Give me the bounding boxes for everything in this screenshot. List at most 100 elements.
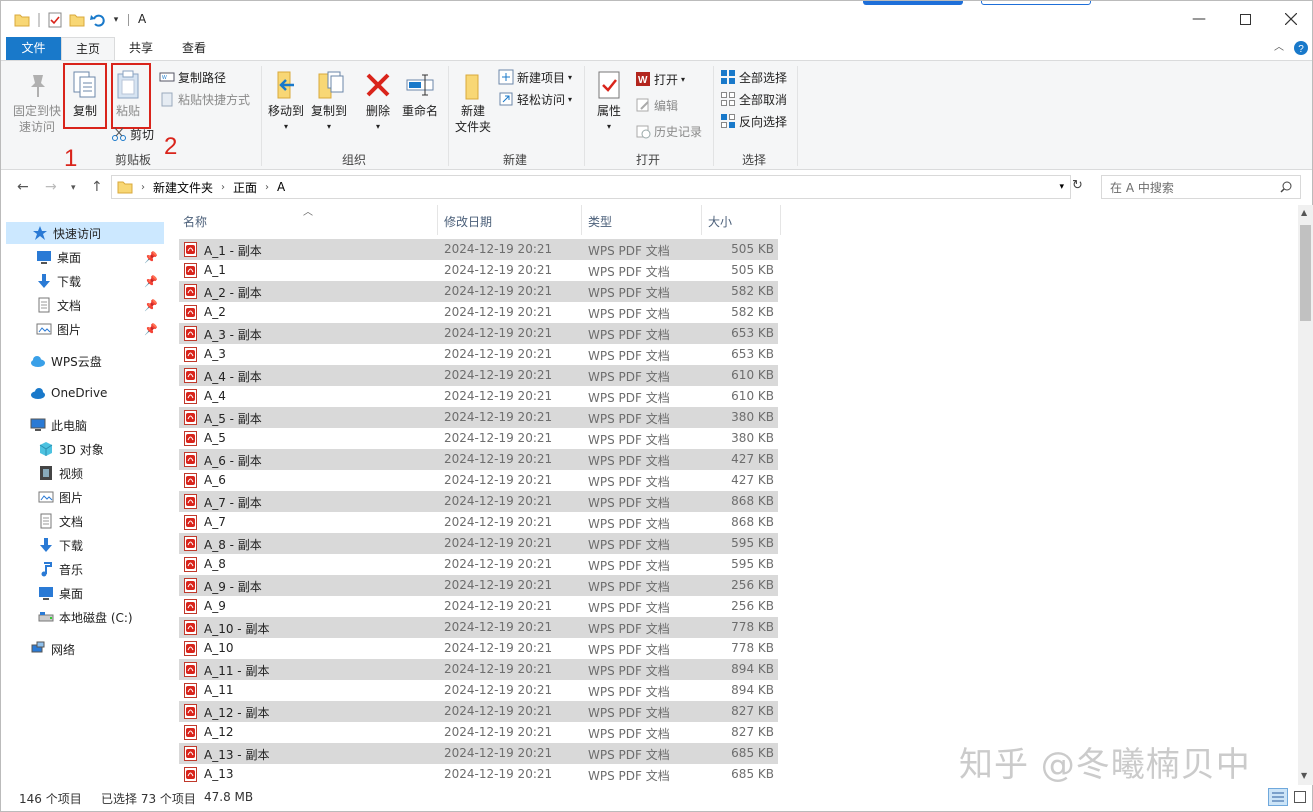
file-row[interactable]: A_3 2024-12-19 20:21 WPS PDF 文档 653 KB [179, 344, 778, 365]
address-bar[interactable]: › 新建文件夹 › 正面 › A ▾ [111, 175, 1071, 199]
nav-pc-pictures[interactable]: 图片 [38, 486, 83, 508]
minimize-icon[interactable]: — [1176, 1, 1222, 37]
file-row[interactable]: A_8 - 副本 2024-12-19 20:21 WPS PDF 文档 595 KB [179, 533, 778, 554]
breadcrumb-item[interactable]: 正面 [233, 179, 257, 196]
help-icon[interactable]: ? [1291, 37, 1311, 60]
file-row[interactable]: A_4 2024-12-19 20:21 WPS PDF 文档 610 KB [179, 386, 778, 407]
nav-pc-local-disk[interactable]: 本地磁盘 (C:) [38, 606, 133, 628]
details-view-icon[interactable] [1268, 788, 1288, 806]
column-header-type[interactable]: 类型 [588, 213, 612, 230]
folder-icon[interactable] [13, 11, 31, 29]
file-row[interactable]: A_8 2024-12-19 20:21 WPS PDF 文档 595 KB [179, 554, 778, 575]
paste-shortcut-button[interactable]: 粘贴快捷方式 [159, 89, 250, 109]
scrollbar-thumb[interactable] [1300, 225, 1311, 321]
file-row[interactable]: A_7 2024-12-19 20:21 WPS PDF 文档 868 KB [179, 512, 778, 533]
nav-qa-documents[interactable]: 文档 📌 [36, 294, 164, 316]
easy-access-button[interactable]: 轻松访问 ▾ [498, 89, 572, 109]
select-all-button[interactable]: 全部选择 [720, 67, 787, 87]
breadcrumb-item[interactable]: A [277, 180, 285, 194]
collapse-ribbon-icon[interactable]: ︿ [1269, 37, 1289, 60]
file-row[interactable]: A_10 2024-12-19 20:21 WPS PDF 文档 778 KB [179, 638, 778, 659]
file-row[interactable]: A_9 - 副本 2024-12-19 20:21 WPS PDF 文档 256 KB [179, 575, 778, 596]
history-button[interactable]: 历史记录 [635, 121, 702, 141]
nav-qa-desktop[interactable]: 桌面 📌 [36, 246, 164, 268]
customize-qa-chevron-icon[interactable]: ▾ [111, 11, 121, 29]
nav-quick-access[interactable]: 快速访问 [6, 222, 164, 244]
file-row[interactable]: A_12 2024-12-19 20:21 WPS PDF 文档 827 KB [179, 722, 778, 743]
invert-selection-button[interactable]: 反向选择 [720, 111, 787, 131]
move-to-button[interactable]: 移动到 ▾ [266, 69, 306, 135]
column-divider[interactable] [780, 205, 781, 235]
address-dropdown-icon[interactable]: ▾ [1059, 182, 1064, 192]
breadcrumb-item[interactable]: 新建文件夹 [153, 179, 213, 196]
nav-this-pc[interactable]: 此电脑 [30, 414, 87, 436]
file-row[interactable]: A_5 - 副本 2024-12-19 20:21 WPS PDF 文档 380 KB [179, 407, 778, 428]
file-row[interactable]: A_6 2024-12-19 20:21 WPS PDF 文档 427 KB [179, 470, 778, 491]
column-header-date[interactable]: 修改日期 [444, 213, 492, 230]
file-row[interactable]: A_11 - 副本 2024-12-19 20:21 WPS PDF 文档 894 K… [179, 659, 778, 680]
nav-pc-3d-objects[interactable]: 3D 对象 [38, 438, 104, 460]
nav-pc-downloads[interactable]: 下载 [38, 534, 83, 556]
close-icon[interactable] [1268, 1, 1313, 37]
file-row[interactable]: A_7 - 副本 2024-12-19 20:21 WPS PDF 文档 868 KB [179, 491, 778, 512]
file-row[interactable]: A_11 2024-12-19 20:21 WPS PDF 文档 894 KB [179, 680, 778, 701]
open-button[interactable]: W 打开 ▾ [635, 69, 685, 89]
file-row[interactable]: A_2 2024-12-19 20:21 WPS PDF 文档 582 KB [179, 302, 778, 323]
file-row[interactable]: A_9 2024-12-19 20:21 WPS PDF 文档 256 KB [179, 596, 778, 617]
nav-onedrive[interactable]: OneDrive [30, 382, 107, 404]
forward-icon[interactable]: → [45, 179, 57, 195]
new-folder-button[interactable]: 新建 文件夹 [453, 69, 493, 135]
tab-view[interactable]: 查看 [169, 37, 219, 60]
file-row[interactable]: A_12 - 副本 2024-12-19 20:21 WPS PDF 文档 827 K… [179, 701, 778, 722]
nav-qa-downloads[interactable]: 下载 📌 [36, 270, 164, 292]
back-icon[interactable]: ← [17, 179, 29, 195]
refresh-icon[interactable]: ↻ [1072, 178, 1090, 193]
recent-chevron-icon[interactable]: ▾ [71, 183, 76, 193]
cut-button[interactable]: 剪切 [111, 124, 154, 144]
file-row[interactable]: A_1 - 副本 2024-12-19 20:21 WPS PDF 文档 505 KB [179, 239, 778, 260]
edit-button[interactable]: 编辑 [635, 95, 678, 115]
tab-home[interactable]: 主页 [61, 37, 115, 61]
nav-pc-desktop[interactable]: 桌面 [38, 582, 83, 604]
select-none-button[interactable]: 全部取消 [720, 89, 787, 109]
scroll-down-icon[interactable]: ▼ [1301, 771, 1307, 780]
column-divider[interactable] [581, 205, 582, 235]
column-header-name[interactable]: 名称 [183, 213, 207, 230]
nav-wps-cloud[interactable]: WPS云盘 [30, 350, 102, 372]
file-row[interactable]: A_10 - 副本 2024-12-19 20:21 WPS PDF 文档 778 K… [179, 617, 778, 638]
file-row[interactable]: A_5 2024-12-19 20:21 WPS PDF 文档 380 KB [179, 428, 778, 449]
column-header-size[interactable]: 大小 [708, 213, 732, 230]
copy-to-button[interactable]: 复制到 ▾ [309, 69, 349, 135]
delete-button[interactable]: 删除 ▾ [361, 69, 395, 135]
tab-share[interactable]: 共享 [117, 37, 165, 60]
scroll-up-icon[interactable]: ▲ [1301, 208, 1307, 217]
file-row[interactable]: A_2 - 副本 2024-12-19 20:21 WPS PDF 文档 582 KB [179, 281, 778, 302]
nav-qa-pictures[interactable]: 图片 📌 [36, 318, 164, 340]
new-folder-qa-icon[interactable] [69, 11, 85, 29]
vertical-scrollbar[interactable]: ▲ ▼ [1298, 205, 1313, 785]
properties-button[interactable]: 属性 ▾ [591, 69, 627, 135]
pin-quick-access-button[interactable]: 固定到快 速访问 [9, 69, 65, 135]
column-divider[interactable] [437, 205, 438, 235]
file-row[interactable]: A_6 - 副本 2024-12-19 20:21 WPS PDF 文档 427 KB [179, 449, 778, 470]
file-row[interactable]: A_13 2024-12-19 20:21 WPS PDF 文档 685 KB [179, 764, 778, 783]
file-row[interactable]: A_1 2024-12-19 20:21 WPS PDF 文档 505 KB [179, 260, 778, 281]
file-row[interactable]: A_4 - 副本 2024-12-19 20:21 WPS PDF 文档 610 KB [179, 365, 778, 386]
rename-button[interactable]: 重命名 [400, 69, 440, 119]
tab-file[interactable]: 文件 [6, 37, 61, 60]
undo-icon[interactable] [90, 11, 106, 29]
nav-network[interactable]: 网络 [30, 638, 75, 660]
large-icons-view-icon[interactable] [1291, 788, 1309, 806]
search-input[interactable]: 在 A 中搜索 [1101, 175, 1301, 199]
copy-path-button[interactable]: W 复制路径 [159, 67, 226, 87]
nav-pc-music[interactable]: 音乐 [38, 558, 83, 580]
maximize-icon[interactable] [1222, 1, 1268, 37]
column-divider[interactable] [701, 205, 702, 235]
nav-pc-videos[interactable]: 视频 [38, 462, 83, 484]
properties-qa-icon[interactable] [47, 11, 63, 29]
new-item-button[interactable]: 新建项目 ▾ [498, 67, 572, 87]
file-row[interactable]: A_3 - 副本 2024-12-19 20:21 WPS PDF 文档 653 KB [179, 323, 778, 344]
file-row[interactable]: A_13 - 副本 2024-12-19 20:21 WPS PDF 文档 685 K… [179, 743, 778, 764]
up-icon[interactable]: ↑ [91, 179, 103, 195]
nav-pc-documents[interactable]: 文档 [38, 510, 83, 532]
